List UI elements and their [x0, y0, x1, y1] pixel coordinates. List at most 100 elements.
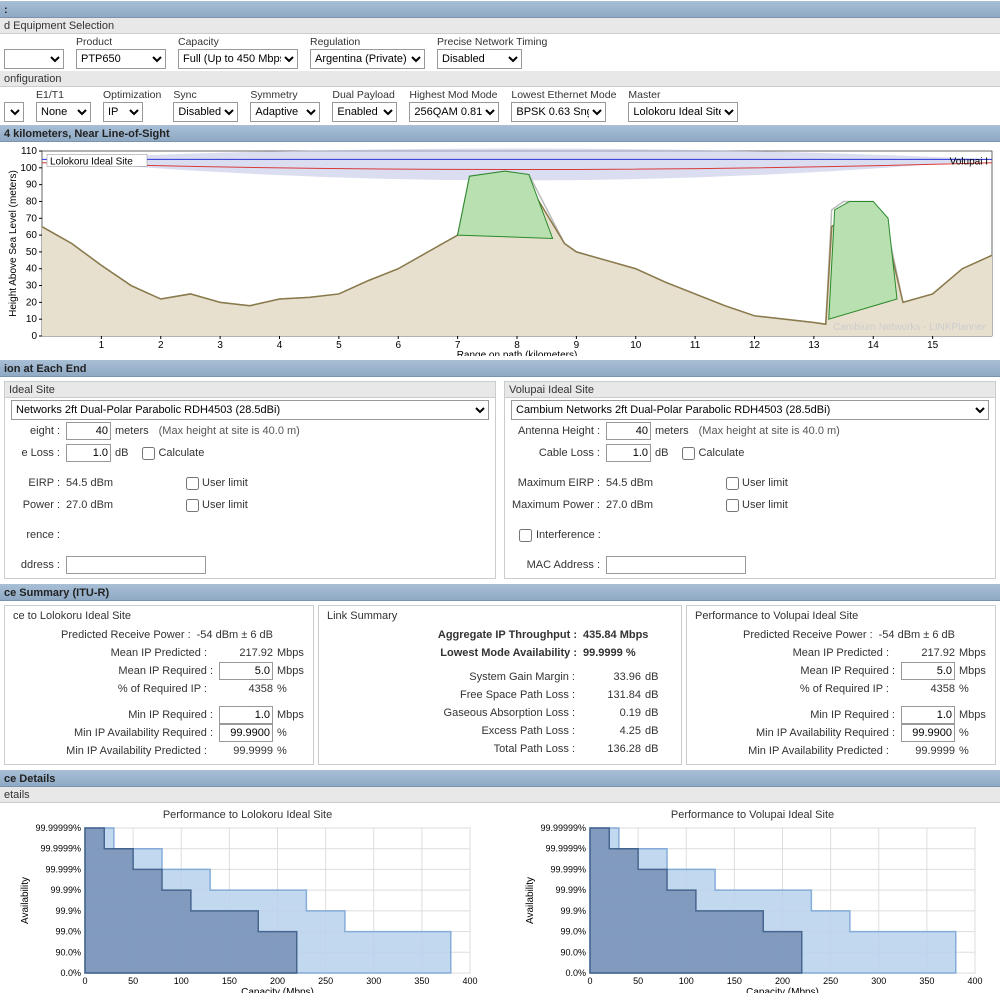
product-select[interactable]: PTP650	[76, 49, 166, 69]
svg-text:Capacity (Mbps): Capacity (Mbps)	[241, 987, 314, 993]
svg-text:Volupai I: Volupai I	[950, 156, 988, 167]
sym-select[interactable]: Adaptive	[250, 102, 320, 122]
e1t1-select[interactable]: None	[36, 102, 91, 122]
left-mac-label: ddress :	[11, 559, 66, 571]
perf-right-avreq-input[interactable]	[901, 724, 955, 742]
svg-text:250: 250	[318, 976, 333, 986]
svg-text:10: 10	[630, 340, 642, 351]
ends-columns: Ideal Site Networks 2ft Dual-Polar Parab…	[0, 377, 1000, 583]
svg-text:90: 90	[26, 180, 38, 191]
svg-text:99.9999%: 99.9999%	[545, 844, 586, 854]
equip-row: ProductPTP650 CapacityFull (Up to 450 Mb…	[0, 34, 1000, 71]
lem-select[interactable]: BPSK 0.63 Sngl	[511, 102, 606, 122]
right-calc-check[interactable]	[682, 447, 695, 460]
opt-label: Optimization	[103, 89, 161, 101]
right-eirp-label: Maximum EIRP :	[511, 477, 606, 489]
svg-text:99.99%: 99.99%	[555, 885, 586, 895]
svg-text:4: 4	[277, 340, 283, 351]
right-mac-input[interactable]	[606, 556, 746, 574]
svg-text:300: 300	[871, 976, 886, 986]
svg-text:15: 15	[927, 340, 939, 351]
timing-select[interactable]: Disabled	[437, 49, 522, 69]
sync-select[interactable]: Disabled	[173, 102, 238, 122]
svg-text:250: 250	[823, 976, 838, 986]
blank-select1[interactable]	[4, 49, 64, 69]
config-row: E1/T1None OptimizationIP SyncDisabled Sy…	[0, 87, 1000, 124]
svg-text:0: 0	[82, 976, 87, 986]
svg-text:Lolokoru Ideal Site: Lolokoru Ideal Site	[50, 156, 133, 167]
right-pwr-value: 27.0 dBm	[606, 499, 666, 511]
left-pwr-userlimit[interactable]	[186, 499, 199, 512]
svg-text:350: 350	[414, 976, 429, 986]
regulation-select[interactable]: Argentina (Private)	[310, 49, 425, 69]
config-subheader: onfiguration	[0, 71, 1000, 87]
left-cl-input[interactable]	[66, 444, 111, 462]
perf-left-mir-input[interactable]	[219, 662, 273, 680]
blank-select2[interactable]	[4, 102, 24, 122]
right-eirp-userlimit[interactable]	[726, 477, 739, 490]
capacity-select[interactable]: Full (Up to 450 Mbps)	[178, 49, 298, 69]
svg-text:0.0%: 0.0%	[565, 968, 586, 978]
opt-select[interactable]: IP	[103, 102, 143, 122]
right-cl-label: Cable Loss :	[511, 447, 606, 459]
svg-text:200: 200	[270, 976, 285, 986]
perf-columns: ce to Lolokoru Ideal Site Predicted Rece…	[0, 601, 1000, 769]
svg-text:Capacity (Mbps): Capacity (Mbps)	[746, 987, 819, 993]
left-eirp-userlimit[interactable]	[186, 477, 199, 490]
svg-text:3: 3	[217, 340, 223, 351]
dual-select[interactable]: Enabled	[332, 102, 397, 122]
perf-left: ce to Lolokoru Ideal Site Predicted Rece…	[4, 605, 314, 765]
left-calc-label: Calculate	[158, 447, 204, 459]
perf-left-minip-input[interactable]	[219, 706, 273, 724]
svg-text:400: 400	[967, 976, 982, 986]
perf-right-mir-input[interactable]	[901, 662, 955, 680]
svg-text:70: 70	[26, 213, 38, 224]
svg-text:50: 50	[128, 976, 138, 986]
charts-row: Performance to Lolokoru Ideal Site 05010…	[0, 803, 1000, 1006]
chart-right: Performance to Volupai Ideal Site 050100…	[515, 803, 990, 996]
left-calc-check[interactable]	[142, 447, 155, 460]
chart-left: Performance to Lolokoru Ideal Site 05010…	[10, 803, 485, 996]
right-ah-unit: meters	[651, 425, 689, 437]
right-pwr-label: Maximum Power :	[511, 499, 606, 511]
regulation-label: Regulation	[310, 36, 425, 48]
svg-text:99.999%: 99.999%	[45, 864, 81, 874]
svg-text:1: 1	[99, 340, 105, 351]
left-ah-note: (Max height at site is 40.0 m)	[159, 425, 300, 437]
master-select[interactable]: Lolokoru Ideal Site	[628, 102, 738, 122]
svg-text:50: 50	[633, 976, 643, 986]
left-ah-label: eight :	[11, 425, 66, 437]
left-eirp-value: 54.5 dBm	[66, 477, 126, 489]
svg-text:150: 150	[222, 976, 237, 986]
left-antenna-select[interactable]: Networks 2ft Dual-Polar Parabolic RDH450…	[11, 400, 489, 420]
availability-chart-right: 0501001502002503003504000.0%90.0%99.0%99…	[515, 823, 985, 993]
perf-left-avreq-input[interactable]	[219, 724, 273, 742]
perf-header: ce Summary (ITU-R)	[0, 583, 1000, 601]
perf-right-minip-input[interactable]	[901, 706, 955, 724]
svg-text:0: 0	[587, 976, 592, 986]
sym-label: Symmetry	[250, 89, 320, 101]
right-intf-check[interactable]	[519, 529, 532, 542]
right-cl-input[interactable]	[606, 444, 651, 462]
left-mac-input[interactable]	[66, 556, 206, 574]
svg-text:40: 40	[26, 264, 38, 275]
svg-text:0.0%: 0.0%	[60, 968, 81, 978]
svg-text:100: 100	[679, 976, 694, 986]
details-headerA: ce Details	[0, 769, 1000, 787]
section-header: :	[0, 0, 1000, 18]
right-end: Volupai Ideal Site Cambium Networks 2ft …	[504, 381, 996, 579]
master-label: Master	[628, 89, 738, 101]
svg-text:Cambium Networks - LINKPlanner: Cambium Networks - LINKPlanner	[833, 322, 986, 333]
right-pwr-userlimit[interactable]	[726, 499, 739, 512]
svg-text:14: 14	[868, 340, 880, 351]
svg-text:10: 10	[26, 314, 38, 325]
right-antenna-select[interactable]: Cambium Networks 2ft Dual-Polar Paraboli…	[511, 400, 989, 420]
availability-chart-left: 0501001502002503003504000.0%90.0%99.0%99…	[10, 823, 480, 993]
hmm-select[interactable]: 256QAM 0.81	[409, 102, 499, 122]
svg-text:99.9%: 99.9%	[560, 906, 586, 916]
right-ah-input[interactable]	[606, 422, 651, 440]
svg-text:350: 350	[919, 976, 934, 986]
right-mac-label: MAC Address :	[511, 559, 606, 571]
product-label: Product	[76, 36, 166, 48]
left-ah-input[interactable]	[66, 422, 111, 440]
